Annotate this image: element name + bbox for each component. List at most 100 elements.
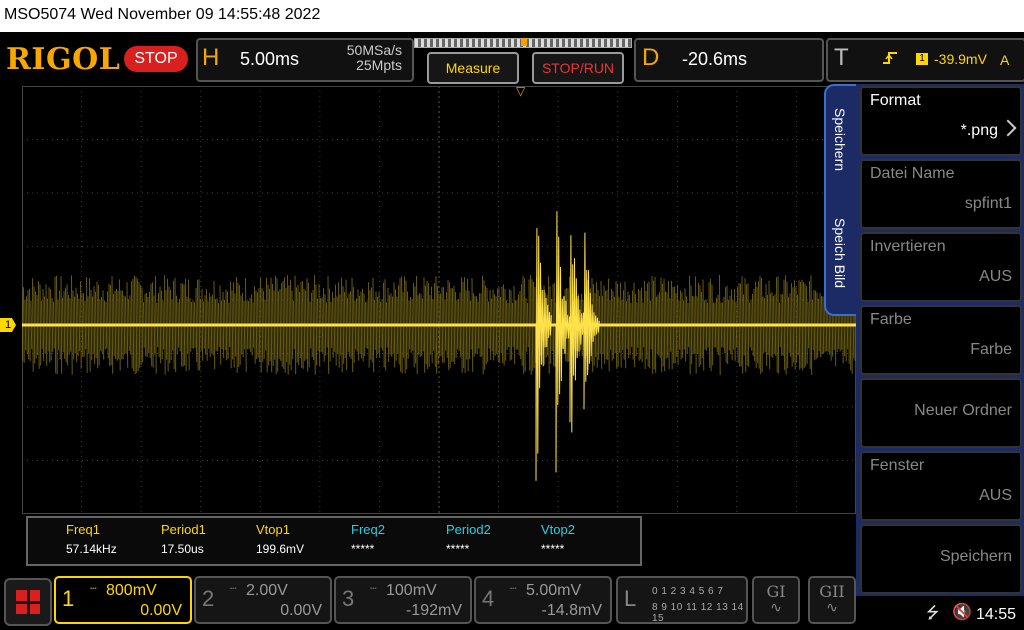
channel-offset: 0.00V bbox=[140, 602, 182, 619]
menu-item-fenster[interactable]: Fenster AUS bbox=[860, 451, 1022, 521]
menu-item-invertieren[interactable]: Invertieren AUS bbox=[860, 232, 1022, 302]
horizontal-letter: H bbox=[202, 44, 220, 71]
usb-icon: ⭍ bbox=[926, 605, 940, 622]
measurement-value: 57.14kHz bbox=[66, 542, 117, 556]
measurement-value: ***** bbox=[541, 542, 565, 556]
channel-number: 3 bbox=[342, 586, 355, 611]
measurement-label: Freq2 bbox=[351, 522, 385, 537]
dc-coupling-icon: ┄ bbox=[510, 583, 517, 595]
measurement-item: Period1 17.50us bbox=[161, 522, 253, 556]
menu-item-label: Fenster bbox=[870, 457, 925, 474]
measurement-value: 17.50us bbox=[161, 542, 204, 556]
menu-item-label: Invertieren bbox=[870, 238, 946, 255]
menu-item-label: Datei Name bbox=[870, 165, 955, 182]
measurement-item: Vtop2 ***** bbox=[541, 522, 633, 556]
dc-coupling-icon: ┄ bbox=[230, 583, 237, 595]
channel-offset: -14.8mV bbox=[541, 602, 602, 619]
trigger-box[interactable]: T 1 -39.9mV A bbox=[826, 38, 1024, 82]
horizontal-timebase-box[interactable]: H 5.00ms 50MSa/s 25Mpts bbox=[196, 38, 414, 82]
sample-rate: 50MSa/s bbox=[346, 42, 402, 58]
bottom-bar: 1 ┄ 800mV 0.00V 2 ┄ 2.00V 0.00V 3 ┄ 100m… bbox=[0, 574, 1024, 630]
menu-item-value: Farbe bbox=[970, 341, 1012, 358]
channel-scale: 800mV bbox=[106, 582, 157, 599]
waveform-display[interactable] bbox=[22, 86, 856, 514]
top-bar: RIGOL STOP H 5.00ms 50MSa/s 25Mpts Measu… bbox=[0, 36, 1024, 84]
burst-trace bbox=[583, 232, 600, 410]
title-text: MSO5074 Wed November 09 14:55:48 2022 bbox=[4, 6, 321, 23]
channel3-box[interactable]: 3 ┄ 100mV -192mV bbox=[334, 576, 472, 624]
menu-item-farbe[interactable]: Farbe Farbe bbox=[860, 305, 1022, 375]
memory-position-strip bbox=[414, 38, 632, 48]
dc-coupling-icon: ┄ bbox=[370, 583, 377, 595]
measurement-label: Period1 bbox=[161, 522, 206, 537]
signal-bursts bbox=[535, 211, 600, 481]
chevron-right-icon bbox=[999, 119, 1017, 137]
measurement-item: Freq1 57.14kHz bbox=[66, 522, 158, 556]
run-state-badge: STOP bbox=[124, 46, 188, 72]
logic-row-2: 8 9 10 11 12 13 14 15 bbox=[652, 602, 744, 624]
rising-edge-icon bbox=[882, 50, 898, 71]
tab-speich-bild[interactable]: Speich Bild bbox=[832, 218, 848, 288]
sine-wave-icon: ∿ bbox=[770, 599, 782, 615]
dc-coupling-icon: ┄ bbox=[90, 583, 97, 595]
burst-trace bbox=[569, 235, 586, 433]
measurement-item: Vtop1 199.6mV bbox=[256, 522, 348, 556]
app-menu-button[interactable] bbox=[4, 578, 52, 626]
logic-row-1: 0 1 2 3 4 5 6 7 bbox=[652, 586, 724, 597]
channel-offset: -192mV bbox=[405, 602, 462, 619]
trigger-letter: T bbox=[834, 44, 849, 71]
channel-scale: 5.00mV bbox=[526, 582, 582, 599]
app-grid-icon bbox=[16, 590, 40, 614]
delay-value: -20.6ms bbox=[682, 49, 748, 69]
measurement-panel: Freq1 57.14kHz Period1 17.50us Vtop1 199… bbox=[26, 516, 642, 566]
memory-position-marker bbox=[521, 38, 527, 46]
sine-wave-icon: ∿ bbox=[826, 599, 838, 615]
trigger-level: -39.9mV bbox=[934, 51, 987, 67]
title-bar: MSO5074 Wed November 09 14:55:48 2022 bbox=[0, 0, 1024, 32]
stop-run-button[interactable]: STOP/RUN bbox=[532, 52, 624, 84]
side-tabs: Speichern Speich Bild bbox=[824, 84, 858, 316]
trigger-unit-tag: A bbox=[1000, 52, 1010, 68]
channel2-box[interactable]: 2 ┄ 2.00V 0.00V bbox=[194, 576, 332, 624]
menu-item-neuer-ordner[interactable]: Neuer Ordner bbox=[860, 378, 1022, 448]
measurement-label: Period2 bbox=[446, 522, 491, 537]
measurement-label: Freq1 bbox=[66, 522, 100, 537]
measurement-label: Vtop1 bbox=[256, 522, 290, 537]
channel-number: 4 bbox=[482, 586, 495, 611]
channel-scale: 2.00V bbox=[246, 582, 288, 599]
speaker-muted-icon[interactable]: 🔇 bbox=[952, 602, 972, 622]
clock: 14:55 bbox=[976, 606, 1017, 623]
logic-channels-box[interactable]: L 0 1 2 3 4 5 6 7 8 9 10 11 12 13 14 15 bbox=[616, 576, 748, 624]
side-menu: Format *.png Datei Name spfint1 Invertie… bbox=[856, 84, 1024, 596]
channel1-marker[interactable]: 1 bbox=[0, 318, 16, 332]
menu-item-format[interactable]: Format *.png bbox=[860, 86, 1022, 156]
channel-number: 1 bbox=[62, 586, 75, 611]
channel1-box[interactable]: 1 ┄ 800mV 0.00V bbox=[54, 576, 192, 624]
tab-speichern[interactable]: Speichern bbox=[832, 108, 848, 171]
menu-item-datei-name[interactable]: Datei Name spfint1 bbox=[860, 159, 1022, 229]
delay-box[interactable]: D -20.6ms bbox=[634, 38, 824, 82]
menu-item-value: Speichern bbox=[939, 548, 1012, 565]
acquisition-info: 50MSa/s 25Mpts bbox=[347, 43, 402, 73]
trigger-position-icon: ▽ bbox=[516, 84, 526, 98]
memory-depth: 25Mpts bbox=[356, 57, 402, 73]
rigol-logo: RIGOL bbox=[6, 42, 121, 77]
menu-item-value: AUS bbox=[979, 487, 1012, 504]
measurement-value: ***** bbox=[351, 542, 375, 556]
measurement-value: 199.6mV bbox=[256, 542, 305, 556]
channel-number: 2 bbox=[202, 586, 215, 611]
channel4-box[interactable]: 4 ┄ 5.00mV -14.8mV bbox=[474, 576, 612, 624]
measurement-value: ***** bbox=[446, 542, 470, 556]
measurement-item: Freq2 ***** bbox=[351, 522, 443, 556]
measure-button[interactable]: Measure bbox=[427, 52, 519, 84]
generator1-button[interactable]: GI ∿ bbox=[752, 576, 800, 624]
trigger-source: 1 bbox=[916, 53, 928, 65]
menu-item-value: spfint1 bbox=[964, 195, 1012, 212]
measurement-item: Period2 ***** bbox=[446, 522, 538, 556]
logic-letter: L bbox=[624, 586, 637, 611]
channel-offset: 0.00V bbox=[280, 602, 322, 619]
generator2-button[interactable]: GII ∿ bbox=[808, 576, 856, 624]
channel-scale: 100mV bbox=[386, 582, 437, 599]
measurement-label: Vtop2 bbox=[541, 522, 575, 537]
timebase-value: 5.00ms bbox=[240, 49, 300, 69]
